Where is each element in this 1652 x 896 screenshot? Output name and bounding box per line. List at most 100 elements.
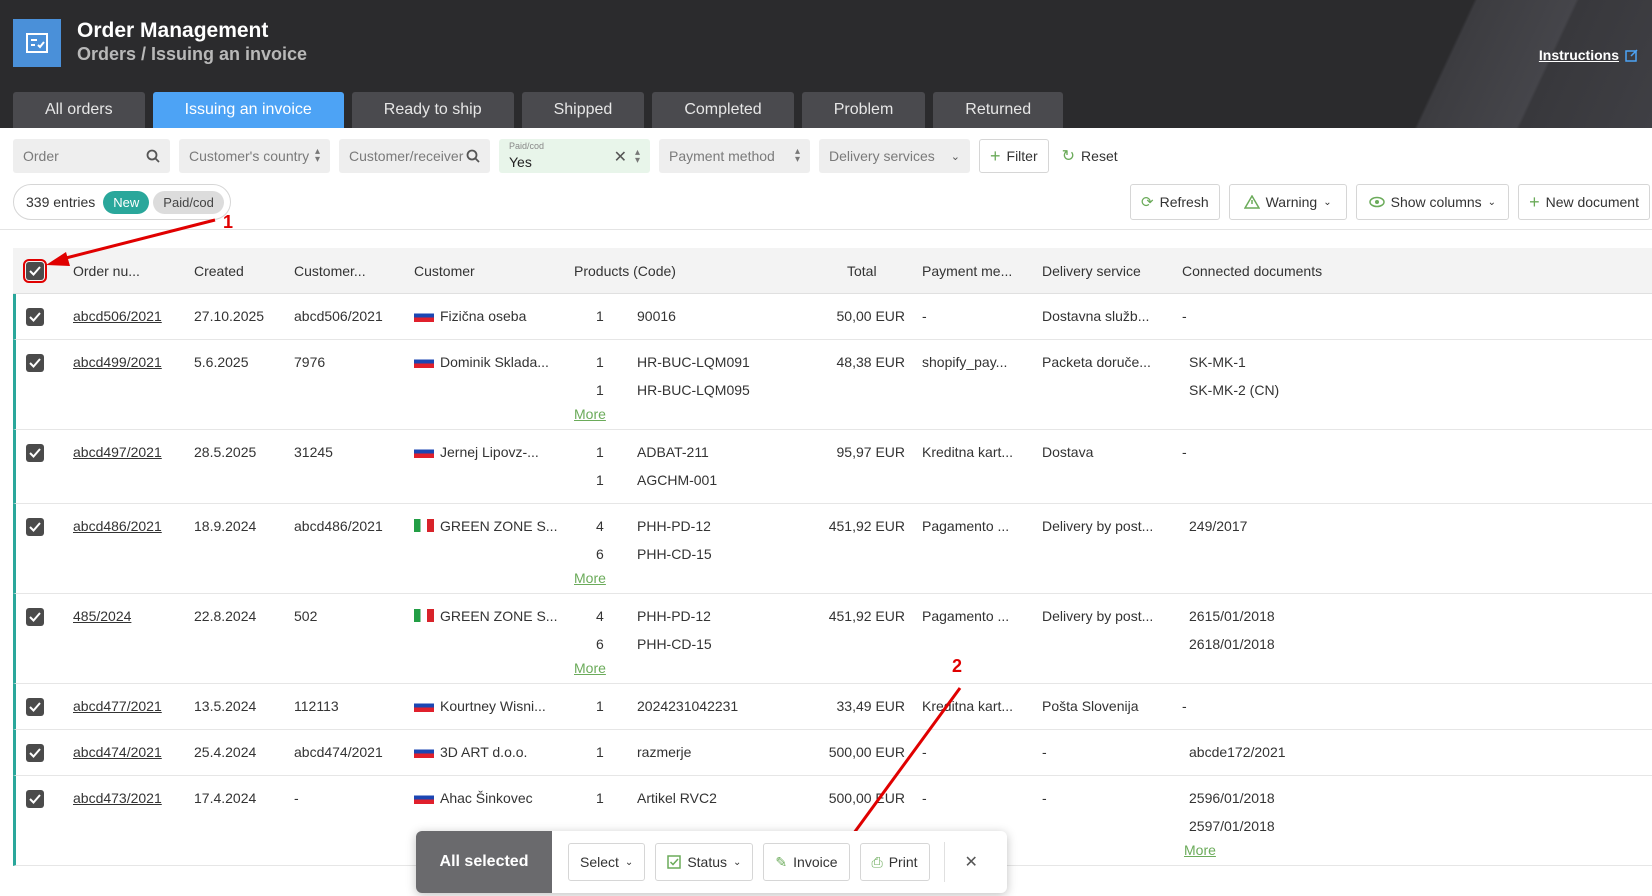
tab-all-orders[interactable]: All orders: [13, 92, 145, 128]
col-documents[interactable]: Connected documents: [1182, 263, 1322, 279]
paidcod-select[interactable]: Paid/cod Yes ✕ ▴ ▾: [499, 139, 650, 173]
connected-document[interactable]: 2615/01/2018: [1189, 608, 1275, 624]
connected-document[interactable]: SK-MK-1: [1189, 354, 1246, 370]
order-search-input[interactable]: Order: [13, 139, 170, 173]
clear-icon[interactable]: ✕: [614, 147, 627, 167]
col-delivery[interactable]: Delivery service: [1042, 263, 1141, 279]
connected-document[interactable]: SK-MK-2 (CN): [1189, 382, 1279, 398]
products-more-link[interactable]: More: [574, 406, 606, 422]
tab-issuing-an-invoice[interactable]: Issuing an invoice: [152, 92, 344, 128]
table-row[interactable]: abcd497/2021 28.5.2025 31245 Jernej Lipovz-…: [13, 430, 1652, 504]
instructions-link[interactable]: Instructions: [1539, 47, 1638, 63]
status-dropdown-button[interactable]: Status ⌄: [655, 843, 754, 881]
order-number-link[interactable]: 485/2024: [73, 608, 131, 624]
customer-cell: Jernej Lipovz-...: [414, 444, 539, 460]
table-toolbar: ⟳ Refresh Warning ⌄ Show columns ⌄ + New…: [1130, 184, 1650, 220]
order-number-link[interactable]: abcd473/2021: [73, 790, 162, 806]
delivery-service: Dostava: [1042, 444, 1094, 460]
connected-document[interactable]: 2596/01/2018: [1189, 790, 1275, 806]
customer-id: abcd474/2021: [294, 744, 383, 760]
order-number-link[interactable]: abcd497/2021: [73, 444, 162, 460]
connected-document[interactable]: abcde172/2021: [1189, 744, 1286, 760]
filter-button[interactable]: + Filter: [979, 139, 1049, 173]
col-created[interactable]: Created: [194, 263, 244, 279]
order-number-link[interactable]: abcd486/2021: [73, 518, 162, 534]
order-number-link[interactable]: abcd474/2021: [73, 744, 162, 760]
product-code: Artikel RVC2: [637, 790, 717, 806]
connected-document[interactable]: 2618/01/2018: [1189, 636, 1275, 652]
tab-shipped[interactable]: Shipped: [521, 92, 645, 128]
status-label: Status: [687, 854, 728, 870]
product-code: ADBAT-211: [637, 444, 709, 460]
invoice-button[interactable]: ✎ Invoice: [763, 843, 850, 881]
customer-cell: GREEN ZONE S...: [414, 608, 557, 624]
reset-button-label: Reset: [1081, 148, 1118, 164]
products-more-link[interactable]: More: [574, 570, 606, 586]
row-checkbox[interactable]: [26, 744, 44, 762]
col-products[interactable]: Products (Code): [574, 263, 676, 279]
connected-document[interactable]: 249/2017: [1189, 518, 1247, 534]
country-select[interactable]: Customer's country ▴ ▾: [179, 139, 330, 173]
table-row[interactable]: abcd477/2021 13.5.2024 112113 Kourtney Wisn…: [13, 684, 1652, 730]
tab-problem[interactable]: Problem: [801, 92, 926, 128]
customer-id: 7976: [294, 354, 326, 370]
col-customer[interactable]: Customer: [414, 263, 475, 279]
reset-icon: ↻: [1061, 148, 1076, 165]
table-row[interactable]: 485/2024 22.8.2024 502 GREEN ZONE S... 4 6 PHH…: [13, 594, 1652, 684]
row-checkbox[interactable]: [26, 308, 44, 326]
table-row[interactable]: abcd506/2021 27.10.2025 abcd506/2021 Fizičn…: [13, 294, 1652, 340]
flag-icon: [414, 519, 434, 532]
close-icon[interactable]: ✕: [965, 852, 978, 872]
print-button[interactable]: ⎙ Print: [859, 843, 930, 881]
created-date: 22.8.2024: [194, 608, 257, 624]
plus-icon: +: [990, 145, 1001, 166]
product-qty: 6: [596, 546, 604, 562]
customer-cell: Dominik Sklada...: [414, 354, 549, 370]
reset-button[interactable]: ↻ Reset: [1062, 146, 1118, 166]
row-checkbox[interactable]: [26, 698, 44, 716]
row-checkbox[interactable]: [26, 608, 44, 626]
row-checkbox[interactable]: [26, 354, 44, 372]
order-total: 500,00 EUR: [828, 744, 905, 760]
external-link-icon: [1625, 48, 1638, 62]
order-number-link[interactable]: abcd477/2021: [73, 698, 162, 714]
order-number-link[interactable]: abcd506/2021: [73, 308, 162, 324]
tab-completed[interactable]: Completed: [652, 92, 794, 128]
delivery-services-select[interactable]: Delivery services ⌄: [819, 139, 970, 173]
col-customer-id[interactable]: Customer...: [294, 263, 366, 279]
payment-method: Kreditna kart...: [922, 444, 1014, 460]
tab-returned[interactable]: Returned: [933, 92, 1064, 128]
row-checkbox[interactable]: [26, 444, 44, 462]
table-row[interactable]: abcd486/2021 18.9.2024 abcd486/2021 GREEN Z…: [13, 504, 1652, 594]
col-order-number[interactable]: Order nu...: [73, 263, 140, 279]
customer-name: 3D ART d.o.o.: [440, 744, 528, 760]
created-date: 5.6.2025: [194, 354, 249, 370]
select-all-checkbox[interactable]: [23, 259, 47, 283]
documents-more-link[interactable]: More: [1184, 842, 1216, 858]
select-dropdown-button[interactable]: Select ⌄: [568, 843, 646, 881]
row-checkbox[interactable]: [26, 518, 44, 536]
connected-document[interactable]: 2597/01/2018: [1189, 818, 1275, 834]
tab-ready-to-ship[interactable]: Ready to ship: [351, 92, 514, 128]
warning-button[interactable]: Warning ⌄: [1228, 184, 1347, 220]
delivery-service: -: [1042, 744, 1047, 760]
receiver-search-input[interactable]: Customer/receiver: [339, 139, 490, 173]
row-checkbox[interactable]: [26, 790, 44, 808]
col-payment[interactable]: Payment me...: [922, 263, 1012, 279]
chip-paidcod[interactable]: Paid/cod: [153, 190, 224, 214]
new-document-button[interactable]: + New document: [1518, 184, 1650, 220]
table-row[interactable]: abcd499/2021 5.6.2025 7976 Dominik Sklada..…: [13, 340, 1652, 430]
show-columns-button[interactable]: Show columns ⌄: [1355, 184, 1510, 220]
customer-cell: Fizična oseba: [414, 308, 526, 324]
product-code: HR-BUC-LQM091: [637, 354, 750, 370]
table-row[interactable]: abcd474/2021 25.4.2024 abcd474/2021 3D ART …: [13, 730, 1652, 776]
chip-new[interactable]: New: [103, 190, 150, 214]
refresh-button[interactable]: ⟳ Refresh: [1130, 184, 1220, 220]
product-code: PHH-CD-15: [637, 546, 712, 562]
payment-method: -: [922, 744, 927, 760]
customer-name: Kourtney Wisni...: [440, 698, 546, 714]
order-number-link[interactable]: abcd499/2021: [73, 354, 162, 370]
col-total[interactable]: Total: [847, 263, 877, 279]
products-more-link[interactable]: More: [574, 660, 606, 676]
payment-method-select[interactable]: Payment method ▴ ▾: [659, 139, 810, 173]
